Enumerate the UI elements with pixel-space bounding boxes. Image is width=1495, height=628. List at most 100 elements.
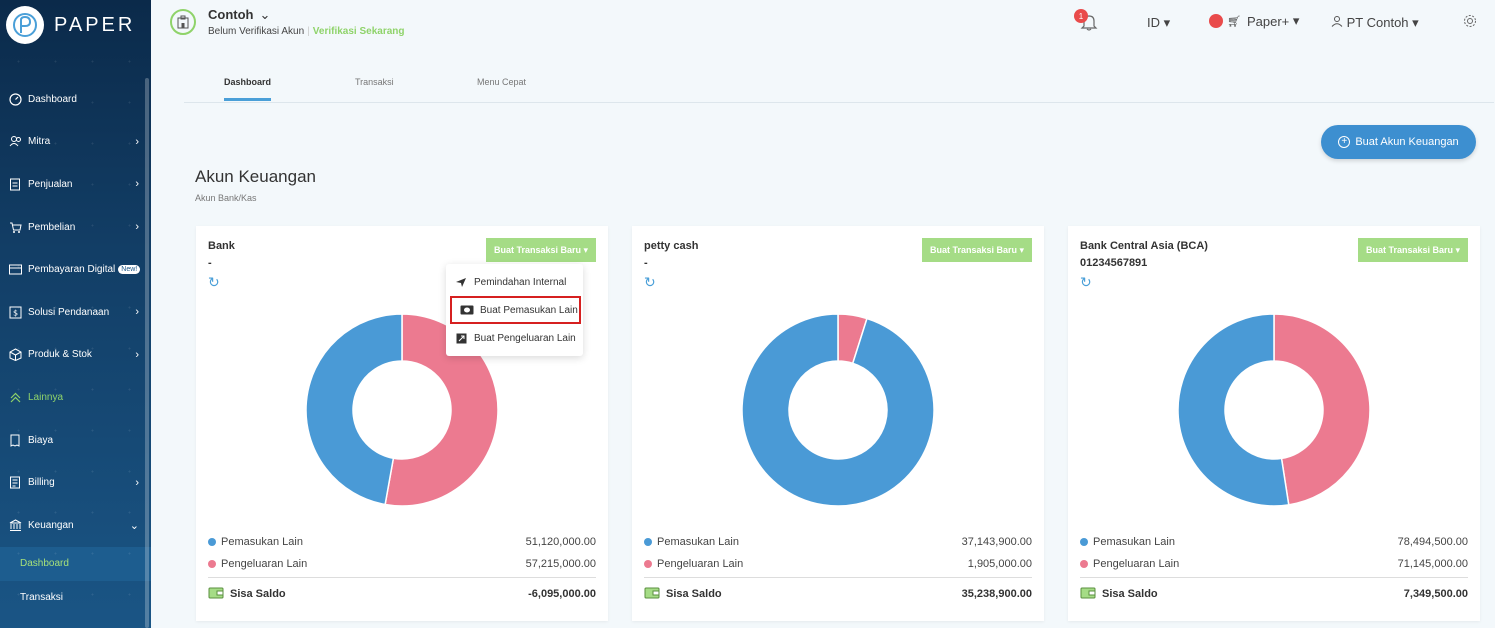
divider: |	[307, 26, 310, 37]
refresh-icon[interactable]: ↻	[644, 274, 656, 291]
income-slice[interactable]	[741, 313, 935, 507]
sidebar-item-label: Produk & Stok	[28, 349, 92, 361]
sidebar-item-penjualan[interactable]: Penjualan ›	[0, 163, 151, 206]
income-slice[interactable]	[1177, 313, 1290, 507]
sidebar-subitem-transaksi[interactable]: Transaksi	[0, 581, 151, 615]
sidebar-item-label: Keuangan	[28, 519, 74, 531]
balance-label: Sisa Saldo	[666, 587, 722, 600]
cart-icon: 🛒︎	[1227, 15, 1241, 28]
income-slice[interactable]	[305, 313, 403, 506]
sidebar-subitem-dashboard[interactable]: Dashboard	[0, 546, 151, 581]
menu-item-internal-transfer[interactable]: Pemindahan Internal	[446, 268, 583, 296]
balance-row: Sisa Saldo 35,238,900.00	[644, 577, 1032, 609]
income-label: Pemasukan Lain	[657, 536, 739, 548]
income-expense-donut-chart	[1177, 313, 1371, 507]
sidebar-item-billing[interactable]: Billing ›	[0, 461, 151, 504]
expense-legend-dot	[644, 560, 652, 568]
chevrons-up-icon	[8, 390, 22, 404]
balance-row: Sisa Saldo 7,349,500.00	[1080, 577, 1468, 609]
income-value: 51,120,000.00	[525, 536, 596, 548]
sidebar-item-biaya[interactable]: Biaya	[0, 419, 151, 462]
chevron-right-icon: ›	[135, 221, 139, 234]
chevron-right-icon: ›	[135, 348, 139, 361]
wallet-icon	[1080, 585, 1096, 602]
expense-label: Pengeluaran Lain	[657, 558, 744, 570]
new-transaction-button[interactable]: Buat Transaksi Baru ▾	[922, 238, 1032, 262]
create-finance-account-button[interactable]: + Buat Akun Keuangan	[1321, 125, 1476, 159]
new-transaction-button[interactable]: Buat Transaksi Baru ▾	[1358, 238, 1468, 262]
plan-selector[interactable]: 🛒︎ Paper+ ▾	[1209, 13, 1299, 29]
chevron-right-icon: ›	[135, 178, 139, 191]
caret-down-icon: ▾	[1163, 15, 1171, 30]
notification-button[interactable]: 1	[1074, 9, 1101, 34]
sidebar-item-label: Biaya	[28, 434, 54, 446]
new-transaction-button[interactable]: Buat Transaksi Baru ▾	[486, 238, 596, 262]
income-legend-dot	[1080, 538, 1088, 546]
plan-badge-dot	[1209, 14, 1223, 28]
income-label: Pemasukan Lain	[221, 536, 303, 548]
brand-logo[interactable]: PAPER	[6, 6, 135, 44]
sidebar-item-keuangan[interactable]: Keuangan ⌄	[0, 504, 151, 547]
users-icon	[8, 135, 22, 149]
chevron-down-icon: ⌄	[129, 519, 139, 532]
account-card: petty cash - ↻ Buat Transaksi Baru ▾ Pem…	[632, 226, 1044, 621]
send-icon	[454, 276, 468, 288]
income-row: Pemasukan Lain 37,143,900.00	[644, 532, 1032, 552]
wallet-icon	[644, 585, 660, 602]
company-switcher[interactable]: Contoh ⌄	[208, 7, 270, 23]
sidebar-item-mitra[interactable]: Mitra ›	[0, 121, 151, 164]
sidebar-subitem-label: Transaksi	[20, 592, 63, 604]
language-selector[interactable]: ID ▾	[1147, 15, 1170, 31]
sidebar-item-dashboard[interactable]: Dashboard	[0, 78, 151, 121]
sidebar-item-label: Mitra	[28, 136, 51, 148]
income-expense-donut-chart	[741, 313, 935, 507]
new-transaction-label: Buat Transaksi Baru	[1365, 245, 1453, 255]
topbar: Contoh ⌄ Belum Verifikasi Akun | Verifikasi…	[151, 0, 1495, 50]
menu-item-create-other-expense[interactable]: Buat Pengeluaran Lain	[446, 324, 583, 352]
expense-slice[interactable]	[1273, 313, 1371, 506]
new-transaction-dropdown: Pemindahan Internal Buat Pemasukan Lain …	[446, 264, 583, 356]
tab-dashboard[interactable]: Dashboard	[224, 77, 271, 87]
refresh-icon[interactable]: ↻	[208, 274, 220, 291]
plan-label: Paper+	[1246, 13, 1290, 29]
expense-row: Pengeluaran Lain 1,905,000.00	[644, 554, 1032, 574]
section-title: Akun Keuangan	[195, 167, 316, 186]
sidebar-item-produk-stok[interactable]: Produk & Stok ›	[0, 334, 151, 377]
tab-menu-cepat[interactable]: Menu Cepat	[477, 77, 526, 87]
sidebar-item-pembayaran-digital[interactable]: Pembayaran Digital New!	[0, 248, 151, 291]
new-transaction-label: Buat Transaksi Baru	[929, 245, 1017, 255]
wallet-icon	[208, 585, 224, 602]
menu-item-create-other-income[interactable]: Buat Pemasukan Lain	[450, 296, 581, 324]
create-account-label: Buat Akun Keuangan	[1355, 136, 1459, 148]
caret-down-icon: ▾	[1412, 15, 1419, 30]
sidebar-item-lainnya[interactable]: Lainnya	[0, 376, 151, 419]
income-row: Pemasukan Lain 51,120,000.00	[208, 532, 596, 552]
balance-label: Sisa Saldo	[230, 587, 286, 600]
income-value: 37,143,900.00	[961, 536, 1032, 548]
expense-legend-dot	[1080, 560, 1088, 568]
cart-icon	[8, 220, 22, 234]
sidebar-item-solusi-pendanaan[interactable]: $ Solusi Pendanaan ›	[0, 291, 151, 334]
verify-status-text: Belum Verifikasi Akun	[208, 26, 305, 37]
caret-down-icon: ▾	[583, 244, 589, 255]
chevron-right-icon: ›	[135, 476, 139, 489]
account-name: Bank Central Asia (BCA)	[1080, 240, 1208, 252]
verify-now-link[interactable]: Verifikasi Sekarang	[313, 26, 405, 37]
language-label: ID	[1147, 15, 1160, 30]
tab-transaksi[interactable]: Transaksi	[355, 77, 394, 87]
refresh-icon[interactable]: ↻	[1080, 274, 1092, 291]
active-tab-indicator	[224, 98, 271, 101]
expense-label: Pengeluaran Lain	[1093, 558, 1180, 570]
sidebar-item-label: Dashboard	[28, 93, 77, 105]
receipt-icon	[8, 433, 22, 447]
notification-count-badge: 1	[1074, 9, 1088, 23]
user-menu[interactable]: PT Contoh ▾	[1331, 15, 1419, 31]
sidebar-scrollbar[interactable]	[145, 78, 149, 628]
sidebar-item-label: Billing	[28, 477, 55, 489]
user-name: PT Contoh	[1346, 15, 1409, 30]
box-icon	[8, 348, 22, 362]
card-icon	[8, 263, 22, 277]
sidebar: PAPER Dashboard Mitra › Penjualan › Pemb…	[0, 0, 151, 628]
settings-button[interactable]	[1462, 13, 1478, 34]
sidebar-item-pembelian[interactable]: Pembelian ›	[0, 206, 151, 249]
